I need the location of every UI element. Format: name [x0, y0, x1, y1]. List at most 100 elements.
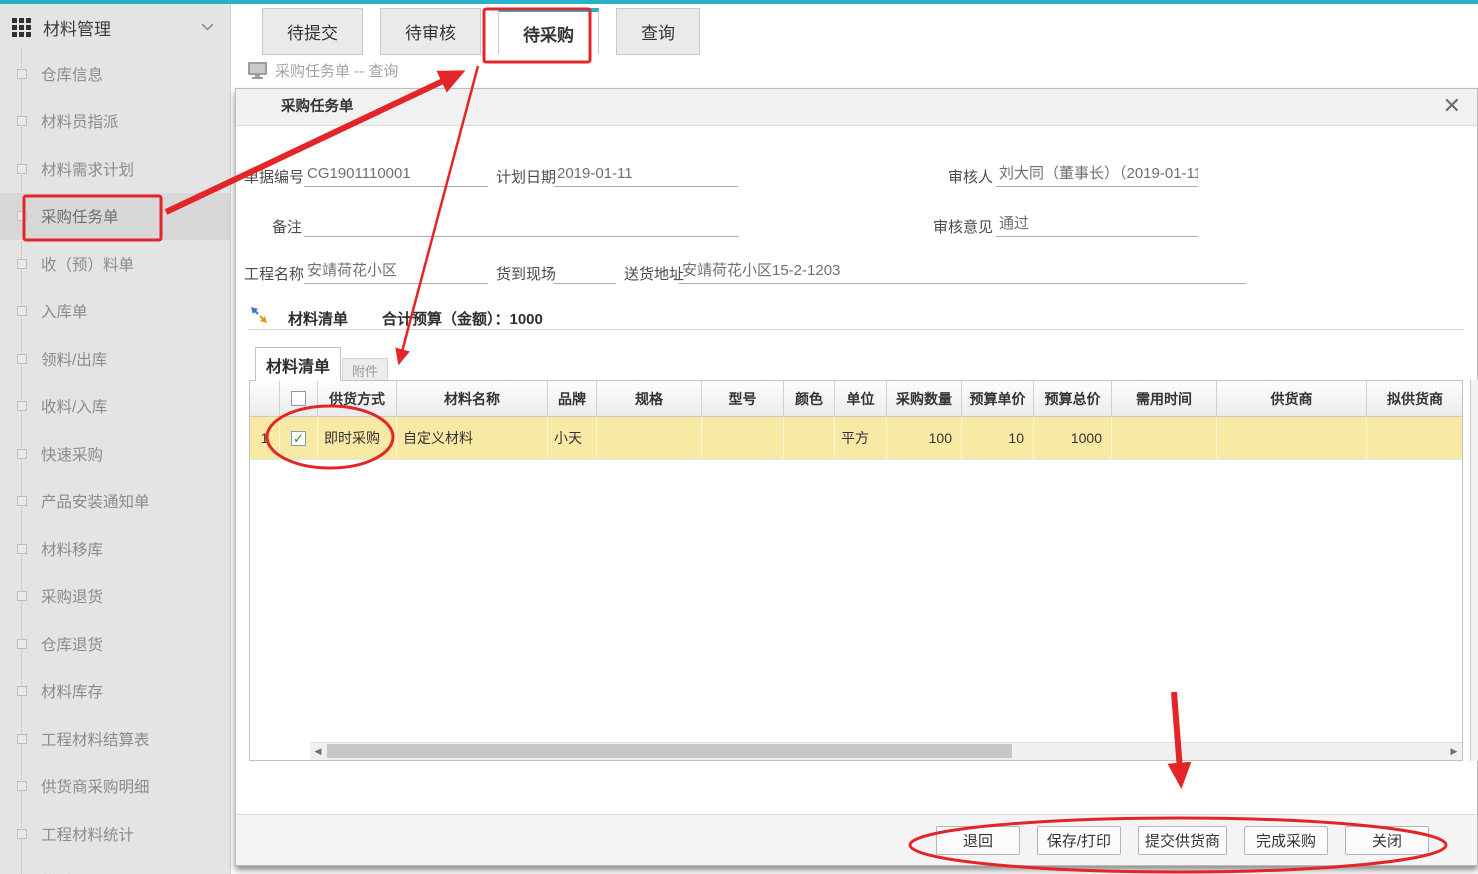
sidebar-item[interactable]: 材料员指派 — [0, 98, 230, 146]
tree-bullet-icon — [17, 829, 27, 839]
grid-header-cell: 型号 — [702, 381, 784, 416]
sidebar-item[interactable]: 产品安装通知单 — [0, 478, 230, 526]
modal-title: 采购任务单 — [281, 89, 354, 125]
close-icon[interactable]: ✕ — [1439, 93, 1465, 119]
scroll-left-icon[interactable]: ◀ — [310, 743, 326, 759]
horizontal-scrollbar[interactable]: ◀ ▶ — [310, 742, 1462, 760]
grid-header-cell: 供货方式 — [318, 381, 397, 416]
sidebar-item-label: 工程材料结算表 — [41, 728, 150, 750]
grid-header-cell: 需用时间 — [1112, 381, 1217, 416]
tab-material-list[interactable]: 材料清单 — [255, 347, 341, 381]
tab-待审核[interactable]: 待审核 — [380, 8, 481, 55]
sidebar-items: 仓库信息材料员指派材料需求计划采购任务单收（预）料单入库单领料/出库收料/入库快… — [0, 50, 230, 874]
material-grid: 供货方式材料名称品牌规格型号颜色单位采购数量预算单价预算总价需用时间供货商拟供货… — [249, 380, 1463, 761]
sidebar: 材料管理 仓库信息材料员指派材料需求计划采购任务单收（预）料单入库单领料/出库收… — [0, 4, 231, 874]
tree-bullet-icon — [17, 781, 27, 791]
sidebar-item[interactable]: 采购退货 — [0, 573, 230, 621]
tree-bullet-icon — [17, 639, 27, 649]
review-opinion-field[interactable]: 通过 — [996, 213, 1198, 237]
vertical-scrollbar[interactable] — [1470, 380, 1478, 761]
sidebar-item[interactable]: 材料需求计划 — [0, 145, 230, 193]
grid-cell: 小天 — [548, 417, 597, 459]
header-checkbox-cell[interactable] — [280, 381, 318, 416]
sidebar-item[interactable]: 工程材料结算表 — [0, 715, 230, 763]
sidebar-item-label: 材料库存 — [41, 680, 103, 702]
grid-cell: 平方 — [835, 417, 887, 459]
tab-查询[interactable]: 查询 — [616, 8, 700, 55]
tree-bullet-icon — [17, 69, 27, 79]
grid-header-cell — [250, 381, 280, 416]
table-row[interactable]: 1即时采购自定义材料小天平方100101000 — [250, 417, 1462, 460]
sidebar-item-label: 材料需求计划 — [41, 158, 134, 180]
sidebar-item[interactable]: 工程材料统计 — [0, 810, 230, 858]
sidebar-item[interactable]: 入库单 — [0, 288, 230, 336]
row-checkbox[interactable] — [291, 431, 306, 446]
grid-body: 1即时采购自定义材料小天平方100101000 — [250, 417, 1462, 460]
sidebar-item-label: 收（预）料单 — [41, 253, 134, 275]
sidebar-item[interactable]: 材料移库 — [0, 525, 230, 573]
button-完成采购[interactable]: 完成采购 — [1244, 826, 1328, 855]
sidebar-item-label: 材料员指派 — [41, 110, 119, 132]
sidebar-item-label: 供货商采购明细 — [41, 775, 150, 797]
project-name-field[interactable]: 安靖荷花小区 — [304, 260, 488, 284]
plan-date-field[interactable]: 2019-01-11 — [554, 163, 738, 187]
footer-buttons: 退回保存/打印提交供货商完成采购关闭 — [236, 814, 1477, 865]
button-保存/打印[interactable]: 保存/打印 — [1037, 826, 1121, 855]
sidebar-item[interactable]: 仓库信息 — [0, 50, 230, 98]
sidebar-header[interactable]: 材料管理 — [0, 4, 230, 50]
apps-grid-icon — [12, 18, 31, 37]
grid-cell — [702, 417, 784, 459]
button-关闭[interactable]: 关闭 — [1345, 826, 1429, 855]
tree-bullet-icon — [17, 164, 27, 174]
grid-header-cell: 预算单价 — [962, 381, 1034, 416]
grid-header-cell: 规格 — [597, 381, 702, 416]
grid-cell: 自定义材料 — [397, 417, 548, 459]
sidebar-item[interactable]: 收（预）料单 — [0, 240, 230, 288]
button-退回[interactable]: 退回 — [936, 826, 1020, 855]
remark-label: 备注 — [244, 216, 302, 237]
grid-header-cell: 单位 — [835, 381, 887, 416]
sidebar-item[interactable]: 仓库退货 — [0, 620, 230, 668]
tree-bullet-icon — [17, 306, 27, 316]
goods-on-site-field[interactable] — [554, 260, 616, 284]
sidebar-item[interactable]: 快速采购 — [0, 430, 230, 478]
sidebar-item[interactable]: 采购任务单 — [0, 193, 230, 241]
sidebar-item-label: 领料/出库 — [41, 348, 107, 370]
scrollbar-thumb[interactable] — [327, 744, 1012, 758]
sidebar-item-label: 工程材料统计 — [41, 823, 134, 845]
tab-待采购[interactable]: 待采购 — [498, 8, 599, 55]
tree-bullet-icon — [17, 496, 27, 506]
sidebar-item[interactable]: 材料库存 — [0, 668, 230, 716]
doc-no-field[interactable]: CG1901110001 — [304, 163, 488, 187]
delivery-address-field[interactable]: 安靖荷花小区15-2-1203 — [679, 260, 1246, 284]
tree-bullet-icon — [17, 211, 27, 221]
sidebar-item[interactable]: 收料/入库 — [0, 383, 230, 431]
reviewer-label: 审核人 — [948, 166, 993, 187]
grid-header-cell: 预算总价 — [1034, 381, 1112, 416]
delivery-address-label: 送货地址 — [624, 263, 674, 284]
sidebar-item[interactable]: 供货商采购明细 — [0, 763, 230, 811]
sidebar-item-label: 仓库退货 — [41, 633, 103, 655]
breadcrumb: 采购任务单 -- 查询 — [248, 60, 398, 81]
button-提交供货商[interactable]: 提交供货商 — [1138, 826, 1227, 855]
row-number: 1 — [250, 417, 280, 459]
expand-collapse-icon[interactable] — [250, 306, 268, 324]
tab-待提交[interactable]: 待提交 — [262, 8, 363, 55]
breadcrumb-text: 采购任务单 -- 查询 — [275, 60, 398, 81]
grid-header-cell: 品牌 — [548, 381, 597, 416]
tree-bullet-icon — [17, 259, 27, 269]
sidebar-item[interactable]: 领料/出库 — [0, 335, 230, 383]
sidebar-item-label: 材料移库 — [41, 538, 103, 560]
sidebar-item-label: 快速采购 — [41, 443, 103, 465]
sidebar-item[interactable]: 材料统计 — [0, 858, 230, 874]
scroll-right-icon[interactable]: ▶ — [1447, 743, 1461, 759]
select-all-checkbox[interactable] — [291, 391, 306, 406]
grid-cell — [1367, 417, 1463, 459]
remark-field[interactable] — [304, 213, 739, 237]
reviewer-field[interactable]: 刘大同（董事长）（2019-01-11 — [996, 163, 1198, 187]
review-opinion-label: 审核意见 — [929, 216, 993, 237]
sidebar-title: 材料管理 — [43, 15, 111, 40]
tab-attachments[interactable]: 附件 — [342, 358, 388, 381]
monitor-icon — [248, 62, 267, 79]
chevron-down-icon[interactable] — [201, 23, 214, 31]
